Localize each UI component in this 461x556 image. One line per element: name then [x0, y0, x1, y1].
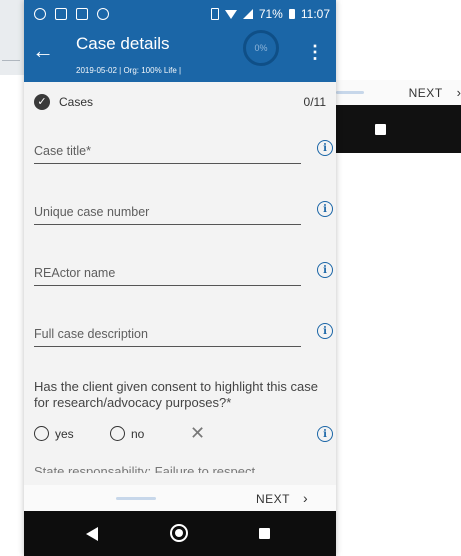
- system-nav-bar: [24, 511, 336, 556]
- vibrate-icon: [210, 8, 219, 20]
- wifi-icon: [224, 9, 237, 19]
- info-icon[interactable]: i: [317, 201, 333, 217]
- check-circle-icon: ✓: [34, 93, 50, 110]
- clock: 11:07: [300, 7, 330, 21]
- consent-question: Has the client given consent to highligh…: [34, 379, 319, 410]
- section-header[interactable]: ✓ Cases 0/11: [24, 82, 336, 121]
- unique-case-number-label: Unique case number: [34, 205, 150, 219]
- thumbnail-line: [2, 60, 20, 61]
- unique-case-number-underline: [34, 224, 301, 225]
- info-icon[interactable]: i: [317, 426, 333, 442]
- radio-label-no: no: [131, 426, 145, 441]
- case-title-underline: [34, 163, 301, 164]
- nav-recents-icon[interactable]: [259, 528, 270, 539]
- notification-icon: [55, 8, 67, 20]
- signal-icon: [242, 9, 253, 19]
- case-form: Case title* i Unique case number i REAct…: [24, 121, 336, 473]
- info-icon[interactable]: i: [317, 140, 333, 156]
- radio-label-yes: yes: [55, 426, 74, 441]
- next-button[interactable]: NEXT: [256, 492, 290, 506]
- radio-circle: [110, 426, 125, 441]
- background-progress-indicator: [336, 91, 364, 94]
- reactor-name-field[interactable]: REActor name i: [34, 243, 336, 304]
- page-subtitle: 2019-05-02 | Org: 100% Life |: [76, 66, 182, 75]
- background-chevron-icon: ›: [456, 85, 461, 100]
- chevron-right-icon[interactable]: ›: [303, 490, 308, 506]
- reactor-name-underline: [34, 285, 301, 286]
- background-next-label: NEXT: [408, 85, 443, 100]
- background-thumbnail: [0, 0, 25, 75]
- consent-yes-radio[interactable]: yes: [34, 426, 74, 441]
- section-count: 0/11: [303, 94, 326, 109]
- whatsapp-icon: [34, 8, 46, 20]
- back-arrow-icon[interactable]: ←: [32, 40, 54, 62]
- reactor-name-label: REActor name: [34, 266, 116, 280]
- consent-radio-group: yes no ✕ i: [34, 417, 336, 451]
- battery-icon: [288, 9, 295, 19]
- phone-screen: 71% 11:07 ← Case details 2019-05-02 | Or…: [24, 0, 336, 556]
- case-description-field[interactable]: Full case description i: [34, 304, 336, 365]
- more-vert-icon[interactable]: ⋮: [306, 42, 324, 63]
- page-title: Case details: [76, 34, 170, 53]
- case-title-label: Case title*: [34, 144, 91, 158]
- next-bar: NEXT ›: [24, 485, 336, 511]
- next-question-partial: State responsability: Failure to respect: [34, 464, 256, 473]
- completion-progress-ring: 0%: [243, 30, 279, 66]
- status-bar: 71% 11:07: [24, 0, 336, 28]
- nav-back-icon[interactable]: [86, 527, 98, 541]
- gallery-icon: [76, 8, 88, 20]
- info-icon[interactable]: i: [317, 262, 333, 278]
- close-icon[interactable]: ✕: [190, 423, 205, 444]
- app-bar: ← Case details 2019-05-02 | Org: 100% Li…: [24, 28, 336, 82]
- section-label: Cases: [59, 94, 94, 109]
- radio-circle: [34, 426, 49, 441]
- unique-case-number-field[interactable]: Unique case number i: [34, 182, 336, 243]
- completion-progress-label: 0%: [254, 43, 268, 53]
- page-progress-indicator: [116, 497, 156, 500]
- sync-icon: [97, 8, 109, 20]
- nav-home-icon[interactable]: [170, 524, 188, 542]
- case-description-label: Full case description: [34, 327, 148, 341]
- background-recents-icon: [375, 123, 386, 135]
- battery-percent: 71%: [258, 7, 283, 21]
- info-icon[interactable]: i: [317, 323, 333, 339]
- case-title-field[interactable]: Case title* i: [34, 121, 336, 182]
- consent-no-radio[interactable]: no: [110, 426, 144, 441]
- case-description-underline: [34, 346, 301, 347]
